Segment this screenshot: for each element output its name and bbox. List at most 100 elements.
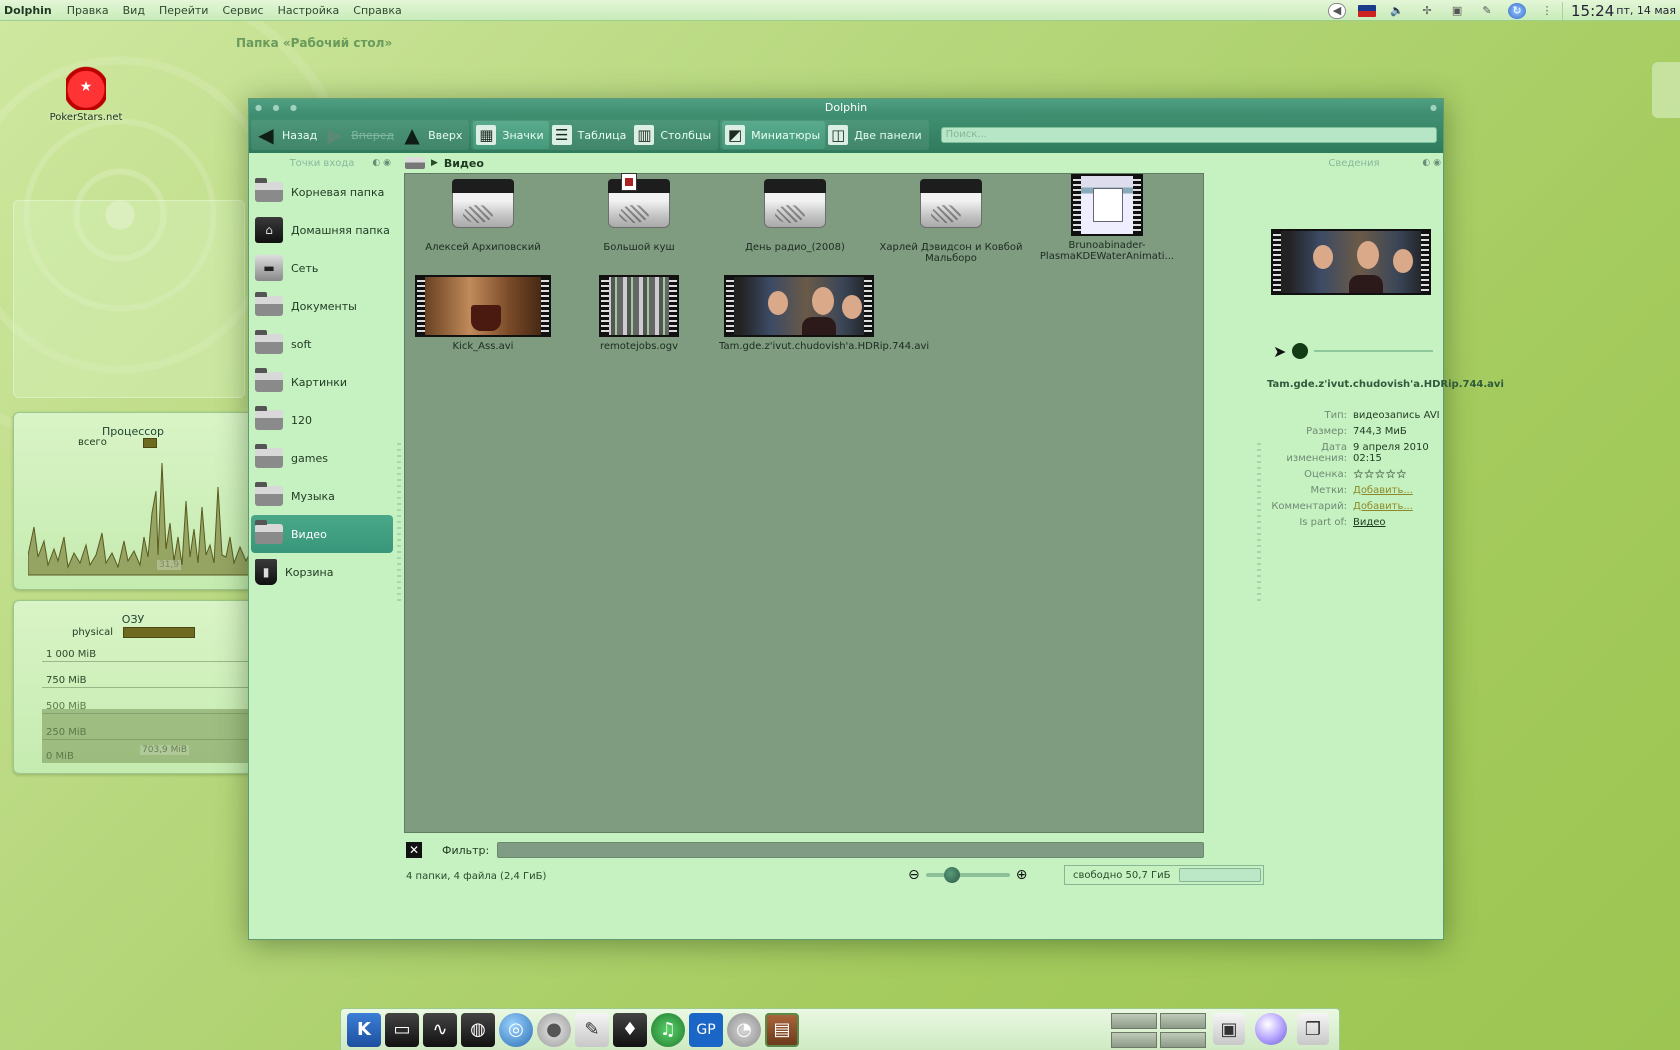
filter-input[interactable] [497,842,1204,858]
part-of-link[interactable]: Видео [1353,517,1445,528]
clock-app-icon[interactable]: ◔ [727,1012,761,1047]
place-label: Корневая папка [291,185,385,199]
gp-app-icon[interactable]: GP [689,1012,723,1047]
amarok-icon[interactable]: ◍ [461,1012,495,1047]
window-titlebar[interactable]: ● ● ● Dolphin ● [249,99,1443,117]
file-item[interactable]: Алексей Архиповский [407,179,559,253]
zoom-slider[interactable] [925,867,1010,883]
place-music[interactable]: Музыка [251,477,393,515]
tray-expand-icon[interactable]: ⋮ [1538,3,1556,19]
file-item[interactable]: Харлей Дэвидсон и Ковбой Мальборо [875,179,1027,264]
place-trash[interactable]: ▮ Корзина [251,553,393,591]
device-icon[interactable]: ▣ [1448,3,1466,19]
place-games[interactable]: games [251,439,393,477]
network-icon[interactable]: ✢ [1418,3,1436,19]
add-comment-link[interactable]: Добавить... [1353,501,1445,512]
desktop-3[interactable] [1111,1032,1157,1048]
columns-view-button[interactable]: ▥ Столбцы [631,121,716,149]
menu-edit[interactable]: Правка [60,4,116,17]
window-menu-dots[interactable]: ● ● ● [255,99,301,117]
place-home[interactable]: ⌂ Домашняя папка [251,211,393,249]
breadcrumb-current[interactable]: Видео [444,157,484,170]
music-folder-icon [255,482,283,506]
guitar-pro-icon[interactable]: ♦ [613,1012,647,1047]
file-item[interactable]: Brunoabinader-PlasmaKDEWaterAnimati... [1031,174,1183,262]
seek-bar[interactable] [1314,350,1433,352]
place-video[interactable]: Видео [251,515,393,553]
virtual-desktop-pager[interactable] [1111,1013,1206,1048]
file-view[interactable]: Алексей Архиповский Большой куш День рад… [404,173,1204,833]
play-icon[interactable]: ➤ [1273,342,1286,361]
task-dolphin-icon[interactable]: ▤ [765,1012,799,1047]
clock-time[interactable]: 15:24 [1562,1,1616,20]
file-item[interactable]: remotejobs.ogv [563,275,715,352]
zoom-in-icon[interactable]: ⊕ [1016,867,1028,883]
add-tags-link[interactable]: Добавить... [1353,485,1445,496]
breadcrumb-arrow-icon[interactable]: ▶ [431,158,438,168]
menu-help[interactable]: Справка [346,4,408,17]
back-button[interactable]: ◀ Назад [253,121,322,149]
file-name: День радио_(2008) [745,242,845,253]
clock-date[interactable]: пт, 14 мая [1616,4,1680,17]
panel-side-handle[interactable] [1652,62,1680,118]
volume-icon[interactable]: 🔈 [1388,3,1406,19]
klipper-icon[interactable]: ✎ [1478,3,1496,19]
dolphin-launcher-icon[interactable]: ▭ [385,1012,419,1047]
place-soft[interactable]: soft [251,325,393,363]
forward-button-label: Вперед [351,128,395,142]
app-menu-name[interactable]: Dolphin [0,4,60,17]
file-item[interactable]: Большой куш [563,173,715,253]
desktop-2[interactable] [1160,1013,1206,1029]
previews-toggle-button[interactable]: ◩ Миниатюры [722,121,826,149]
window-close-button[interactable]: ● [1430,99,1437,117]
zoom-slider-handle[interactable] [943,867,960,883]
place-network[interactable]: ▬ Сеть [251,249,393,287]
thumbnail-face [812,287,834,315]
icons-view-button[interactable]: ▦ Значки [473,121,549,149]
breadcrumb-folder-icon[interactable] [405,157,425,169]
free-space-bar [1179,868,1261,882]
menu-go[interactable]: Перейти [152,4,216,17]
up-button[interactable]: ▲ Вверх [399,121,467,149]
forward-button[interactable]: ▶ Вперед [322,121,399,149]
extra-group: ◩ Миниатюры ◫ Две панели [720,120,929,150]
messenger-icon[interactable]: ● [537,1012,571,1047]
panel-controls-icon[interactable]: ◐ ◉ [372,158,391,168]
search-input[interactable]: Поиск... [940,127,1437,143]
clipboard-icon[interactable]: ❐ [1297,1013,1329,1045]
seek-handle[interactable] [1292,343,1309,359]
desktop-icon-pokerstars[interactable]: ★ PokerStars.net [48,64,124,123]
flag-icon[interactable] [1358,4,1377,17]
details-view-button[interactable]: ☰ Таблица [549,121,632,149]
file-item[interactable]: Tam.gde.z'ivut.chudovish'a.HDRip.744.avi [719,275,929,352]
text-editor-icon[interactable]: ✎ [575,1012,609,1047]
panel-controls-icon[interactable]: ◐ ◉ [1422,158,1441,168]
right-splitter-handle[interactable] [1257,443,1261,603]
place-pictures[interactable]: Картинки [251,363,393,401]
thumbnail-face [768,291,788,315]
back-arrow-icon[interactable]: ◀ [1328,2,1347,19]
browser-icon[interactable]: ◎ [499,1012,533,1047]
file-item[interactable]: День радио_(2008) [719,179,871,253]
left-splitter-handle[interactable] [397,443,401,603]
information-panel: Сведения ◐ ◉ ➤ Tam.gde.z'ivut.chudovish'… [1263,153,1504,941]
update-icon[interactable]: ↻ [1508,2,1527,19]
menu-settings[interactable]: Настройка [271,4,347,17]
crystal-ball-icon[interactable] [1255,1013,1287,1045]
zoom-out-icon[interactable]: ⊖ [908,867,920,883]
file-item[interactable]: Kick_Ass.avi [407,275,559,352]
menu-view[interactable]: Вид [116,4,152,17]
place-120[interactable]: 120 [251,401,393,439]
split-view-button[interactable]: ◫ Две панели [825,121,926,149]
place-root[interactable]: Корневая папка [251,173,393,211]
kde-menu-icon[interactable]: K [347,1012,381,1047]
menu-tools[interactable]: Сервис [215,4,270,17]
show-desktop-icon[interactable]: ▣ [1213,1013,1245,1045]
music-player-icon[interactable]: ♫ [651,1012,685,1047]
close-filter-icon[interactable]: ✕ [406,842,422,858]
system-monitor-icon[interactable]: ∿ [423,1012,457,1047]
place-documents[interactable]: Документы [251,287,393,325]
desktop-4[interactable] [1160,1032,1206,1048]
rating-stars[interactable]: ☆☆☆☆☆ [1353,468,1445,480]
desktop-1[interactable] [1111,1013,1157,1029]
